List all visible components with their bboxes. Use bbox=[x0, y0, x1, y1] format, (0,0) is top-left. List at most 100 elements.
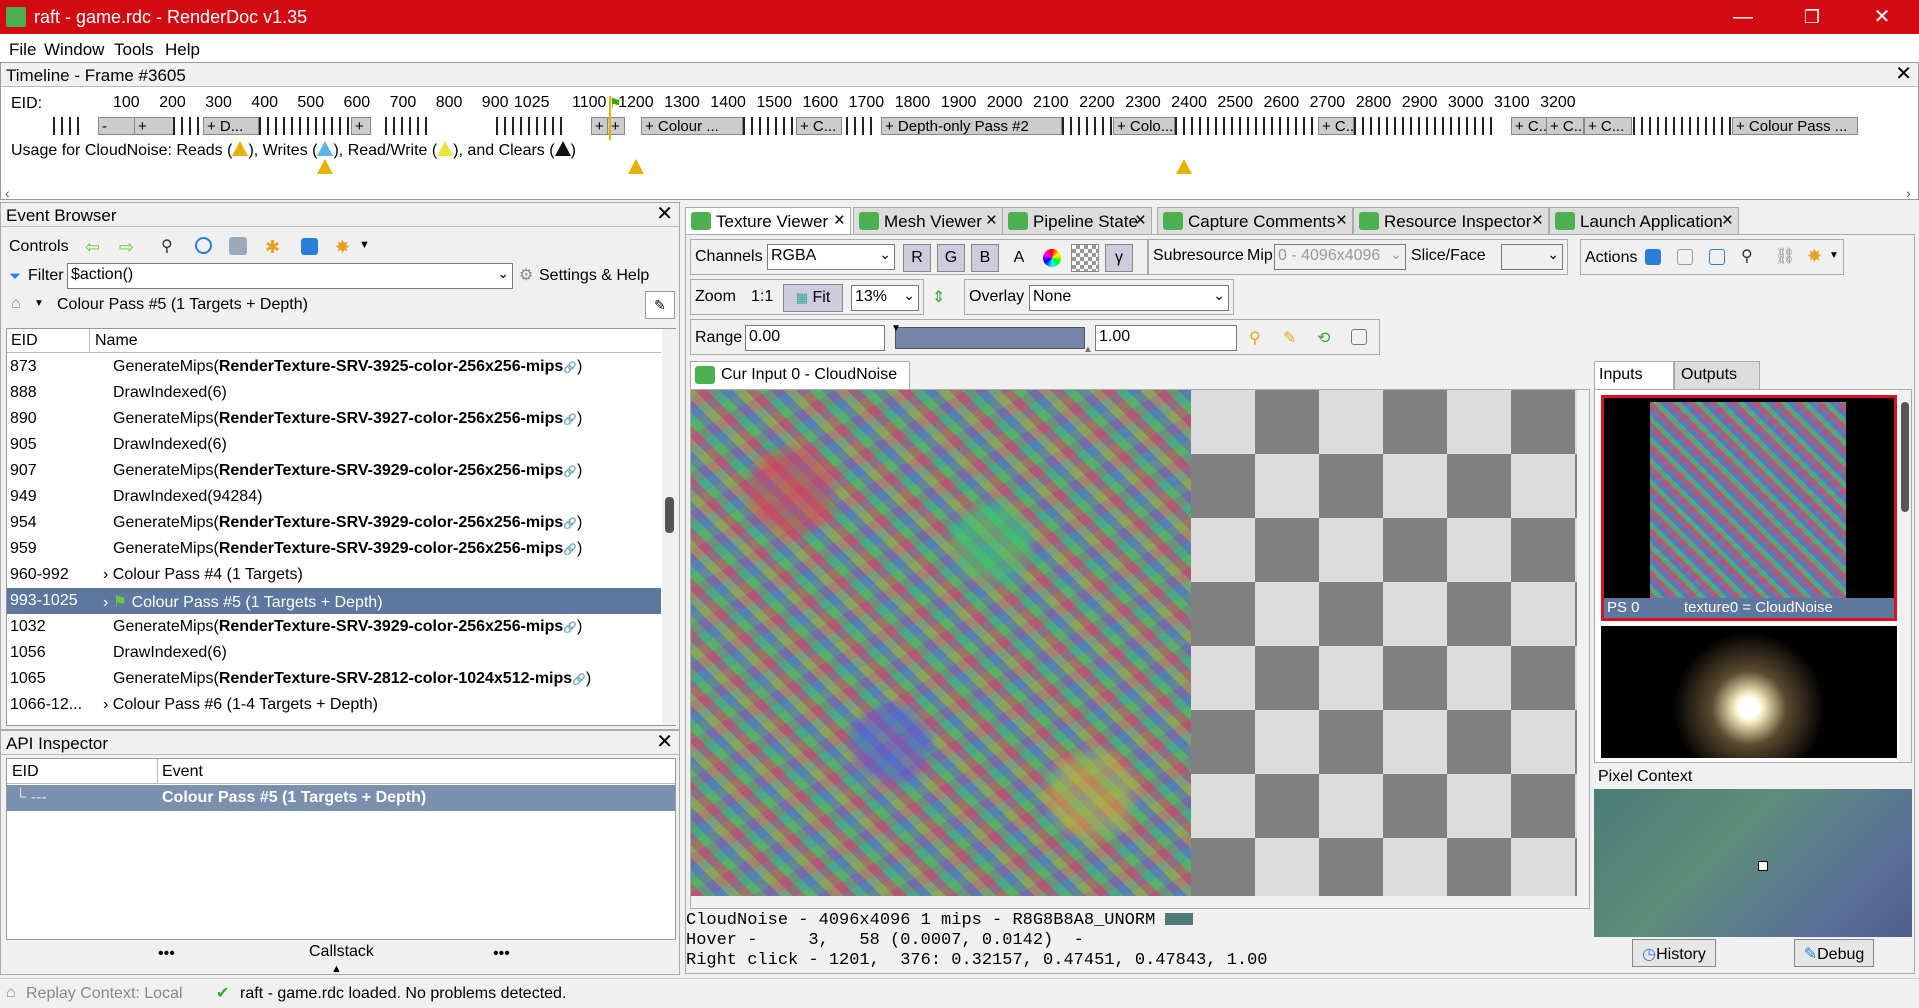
scroll-left-icon[interactable]: ‹ bbox=[5, 185, 10, 201]
timeline-event-ticks[interactable] bbox=[1062, 117, 1112, 135]
thumbnail-glow[interactable] bbox=[1601, 626, 1897, 758]
api-col-event[interactable]: Event bbox=[162, 763, 203, 781]
timeline-pass-bar[interactable]: + C... bbox=[1584, 117, 1632, 135]
autofit-wand-icon[interactable]: ✎ bbox=[1283, 328, 1303, 348]
replay-context-label[interactable]: Replay Context: Local bbox=[26, 985, 183, 1003]
tab-pipeline-state[interactable]: Pipeline State × bbox=[1002, 207, 1152, 235]
open-resource-icon[interactable] bbox=[1709, 249, 1725, 265]
thumbnail-scrollbar[interactable] bbox=[1899, 390, 1911, 762]
texture-vscroll[interactable] bbox=[1577, 390, 1589, 896]
bookmark-icon[interactable] bbox=[229, 237, 247, 255]
settings-gear-icon[interactable]: ⚙ bbox=[519, 265, 533, 285]
extension-icon[interactable]: ✸ bbox=[1807, 246, 1827, 266]
event-browser-close-icon[interactable]: ✕ bbox=[656, 204, 673, 224]
timeline-pass-bar[interactable]: + C... bbox=[796, 117, 842, 135]
event-row[interactable]: 960-992 › Colour Pass #4 (1 Targets) bbox=[7, 562, 661, 588]
tab-texture-viewer[interactable]: Texture Viewer × bbox=[685, 207, 851, 235]
timeline-event-ticks[interactable] bbox=[846, 117, 876, 135]
tab-capture-comments[interactable]: Capture Comments × bbox=[1157, 207, 1353, 235]
timeline-pass-bar[interactable]: - bbox=[98, 117, 138, 135]
texture-canvas[interactable] bbox=[690, 389, 1590, 909]
maximize-button[interactable]: ❐ bbox=[1797, 4, 1827, 30]
outputs-tab[interactable]: Outputs bbox=[1674, 361, 1760, 389]
timeline-pass-bar[interactable]: + D... bbox=[203, 117, 259, 135]
event-row[interactable]: 890 GenerateMips(RenderTexture-SRV-3927-c… bbox=[7, 406, 661, 432]
event-row[interactable]: 1056 DrawIndexed(6) bbox=[7, 640, 661, 666]
find-icon[interactable]: ⚲ bbox=[161, 237, 181, 257]
usage-read-marker[interactable] bbox=[317, 159, 333, 174]
timeline-pass-bar[interactable]: + Colo... bbox=[1113, 117, 1175, 135]
debug-button[interactable]: ✎Debug bbox=[1794, 939, 1874, 967]
history-button[interactable]: ◷History bbox=[1632, 939, 1716, 967]
channels-select[interactable]: RGBA ⌄ bbox=[767, 244, 895, 270]
save-icon[interactable] bbox=[301, 238, 318, 255]
timeline-pass-bar[interactable]: + C... bbox=[1546, 117, 1584, 135]
menu-file[interactable]: File bbox=[9, 40, 36, 60]
api-inspector-close-icon[interactable]: ✕ bbox=[656, 732, 673, 752]
close-window-button[interactable]: ✕ bbox=[1867, 4, 1897, 30]
zoom-select[interactable]: 13% ⌄ bbox=[851, 285, 919, 311]
locate-icon[interactable]: ⚲ bbox=[1741, 246, 1761, 266]
event-row[interactable]: 954 GenerateMips(RenderTexture-SRV-3929-c… bbox=[7, 510, 661, 536]
minimize-button[interactable]: — bbox=[1728, 4, 1758, 30]
timeline-event-ticks[interactable] bbox=[1175, 117, 1315, 135]
zoom-range-icon[interactable]: ⚲ bbox=[1249, 328, 1269, 348]
forward-arrow-icon[interactable]: ⇨ bbox=[119, 237, 139, 257]
fit-button[interactable]: ▦ Fit bbox=[783, 284, 843, 312]
callstack-left-handle[interactable]: ••• bbox=[158, 945, 175, 963]
event-row[interactable]: 949 DrawIndexed(94284) bbox=[7, 484, 661, 510]
timeline-close-icon[interactable]: ✕ bbox=[1895, 64, 1912, 84]
timeline-ruler[interactable]: 100 200 300 400 500 600 700 800 900 1025 1100 1200 1… bbox=[57, 94, 1915, 118]
filter-input[interactable]: $action() ⌄ bbox=[67, 263, 513, 289]
timeline-pass-bar[interactable]: + Depth-only Pass #2 bbox=[881, 117, 1062, 135]
pixel-context-view[interactable] bbox=[1594, 789, 1912, 937]
event-list-scrollbar[interactable] bbox=[662, 329, 676, 725]
timeline-pass-bar[interactable]: + bbox=[351, 117, 371, 135]
inputs-tab[interactable]: Inputs bbox=[1594, 361, 1674, 389]
timeline-event-ticks[interactable] bbox=[385, 117, 433, 135]
scroll-right-icon[interactable]: › bbox=[1906, 185, 1911, 201]
tab-launch-application[interactable]: Launch Application × bbox=[1549, 207, 1739, 235]
timeline-event-ticks[interactable] bbox=[259, 117, 349, 135]
event-row[interactable]: 907 GenerateMips(RenderTexture-SRV-3929-c… bbox=[7, 458, 661, 484]
home-icon[interactable]: ⌂ bbox=[11, 295, 21, 313]
settings-puzzle-icon[interactable]: ✱ bbox=[265, 237, 285, 257]
menu-help[interactable]: Help bbox=[165, 40, 200, 60]
channel-g-toggle[interactable]: G bbox=[937, 244, 965, 272]
export-icon[interactable]: ✸ bbox=[335, 237, 355, 257]
col-name-header[interactable]: Name bbox=[95, 332, 138, 350]
link-icon[interactable]: ⛓ bbox=[1775, 246, 1795, 266]
scrollbar-thumb[interactable] bbox=[665, 497, 674, 533]
menu-tools[interactable]: Tools bbox=[114, 40, 154, 60]
timing-icon[interactable] bbox=[195, 237, 212, 254]
api-event-row[interactable]: └ --- Colour Pass #5 (1 Targets + Depth) bbox=[7, 785, 675, 811]
histogram-icon[interactable] bbox=[1351, 329, 1367, 345]
texture-hscroll[interactable] bbox=[691, 896, 1589, 908]
timeline-pass-bar[interactable]: + Colour ... bbox=[641, 117, 743, 135]
slice-select[interactable]: ⌄ bbox=[1501, 244, 1563, 270]
api-col-eid[interactable]: EID bbox=[12, 763, 39, 781]
timeline-pass-bar[interactable]: + C... bbox=[1318, 117, 1354, 135]
actions-dropdown-icon[interactable]: ▼ bbox=[1829, 250, 1839, 261]
thumbnail-cloudnoise[interactable]: PS 0 texture0 = CloudNoise bbox=[1601, 395, 1897, 621]
breadcrumb-dropdown-icon[interactable]: ▼ bbox=[34, 298, 44, 309]
callstack-up-icon[interactable]: ▲ bbox=[331, 963, 342, 975]
flip-y-icon[interactable]: ⇕ bbox=[932, 287, 945, 307]
event-row[interactable]: 959 GenerateMips(RenderTexture-SRV-3929-c… bbox=[7, 536, 661, 562]
export-dropdown-icon[interactable]: ▼ bbox=[359, 239, 370, 251]
event-row[interactable]: 1032 GenerateMips(RenderTexture-SRV-3929-… bbox=[7, 614, 661, 640]
event-row[interactable]: 1066-12... › Colour Pass #6 (1-4 Targets … bbox=[7, 692, 661, 718]
menu-window[interactable]: Window bbox=[44, 40, 104, 60]
range-max-handle[interactable]: ▲ bbox=[1083, 344, 1093, 355]
timeline-event-ticks[interactable] bbox=[496, 117, 566, 135]
event-row[interactable]: 905 DrawIndexed(6) bbox=[7, 432, 661, 458]
timeline-pass-bar[interactable]: + Colour Pass ... bbox=[1732, 117, 1858, 135]
gamma-toggle[interactable]: γ bbox=[1105, 244, 1133, 272]
copy-icon[interactable] bbox=[1677, 249, 1693, 265]
timeline-pass-bar[interactable]: + bbox=[134, 117, 174, 135]
timeline-pass-bar[interactable]: + C... bbox=[1511, 117, 1547, 135]
event-row[interactable]: 1065 GenerateMips(RenderTexture-SRV-2812-… bbox=[7, 666, 661, 692]
range-min-input[interactable]: 0.00 bbox=[745, 325, 885, 351]
channel-b-toggle[interactable]: B bbox=[971, 244, 999, 272]
reset-range-icon[interactable]: ⟲ bbox=[1317, 328, 1337, 348]
